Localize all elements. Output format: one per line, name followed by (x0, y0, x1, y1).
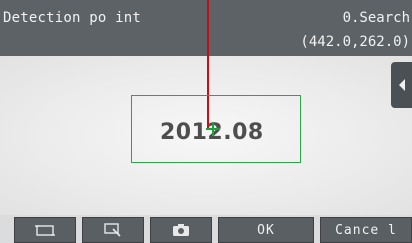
chevron-left-icon (398, 79, 405, 91)
detection-coordinates: (442.0,262.0) (300, 34, 410, 50)
side-panel-toggle[interactable] (391, 62, 412, 108)
region-select-icon (104, 223, 121, 237)
camera-icon (173, 224, 189, 236)
rectangle-frame-button[interactable] (14, 217, 76, 243)
ok-button[interactable]: OK (218, 217, 314, 243)
capture-button[interactable] (150, 217, 212, 243)
rectangle-frame-icon (35, 224, 55, 236)
detection-point-crosshair-icon (206, 122, 220, 136)
header-bar: Detection po int 0.Search (442.0,262.0) (0, 0, 412, 56)
bottom-toolbar: OK Cance l (0, 215, 412, 243)
screen-title: Detection po int (3, 10, 142, 26)
cancel-button[interactable]: Cance l (320, 217, 412, 243)
search-mode-label: 0.Search (342, 10, 410, 26)
region-select-button[interactable] (82, 217, 144, 243)
